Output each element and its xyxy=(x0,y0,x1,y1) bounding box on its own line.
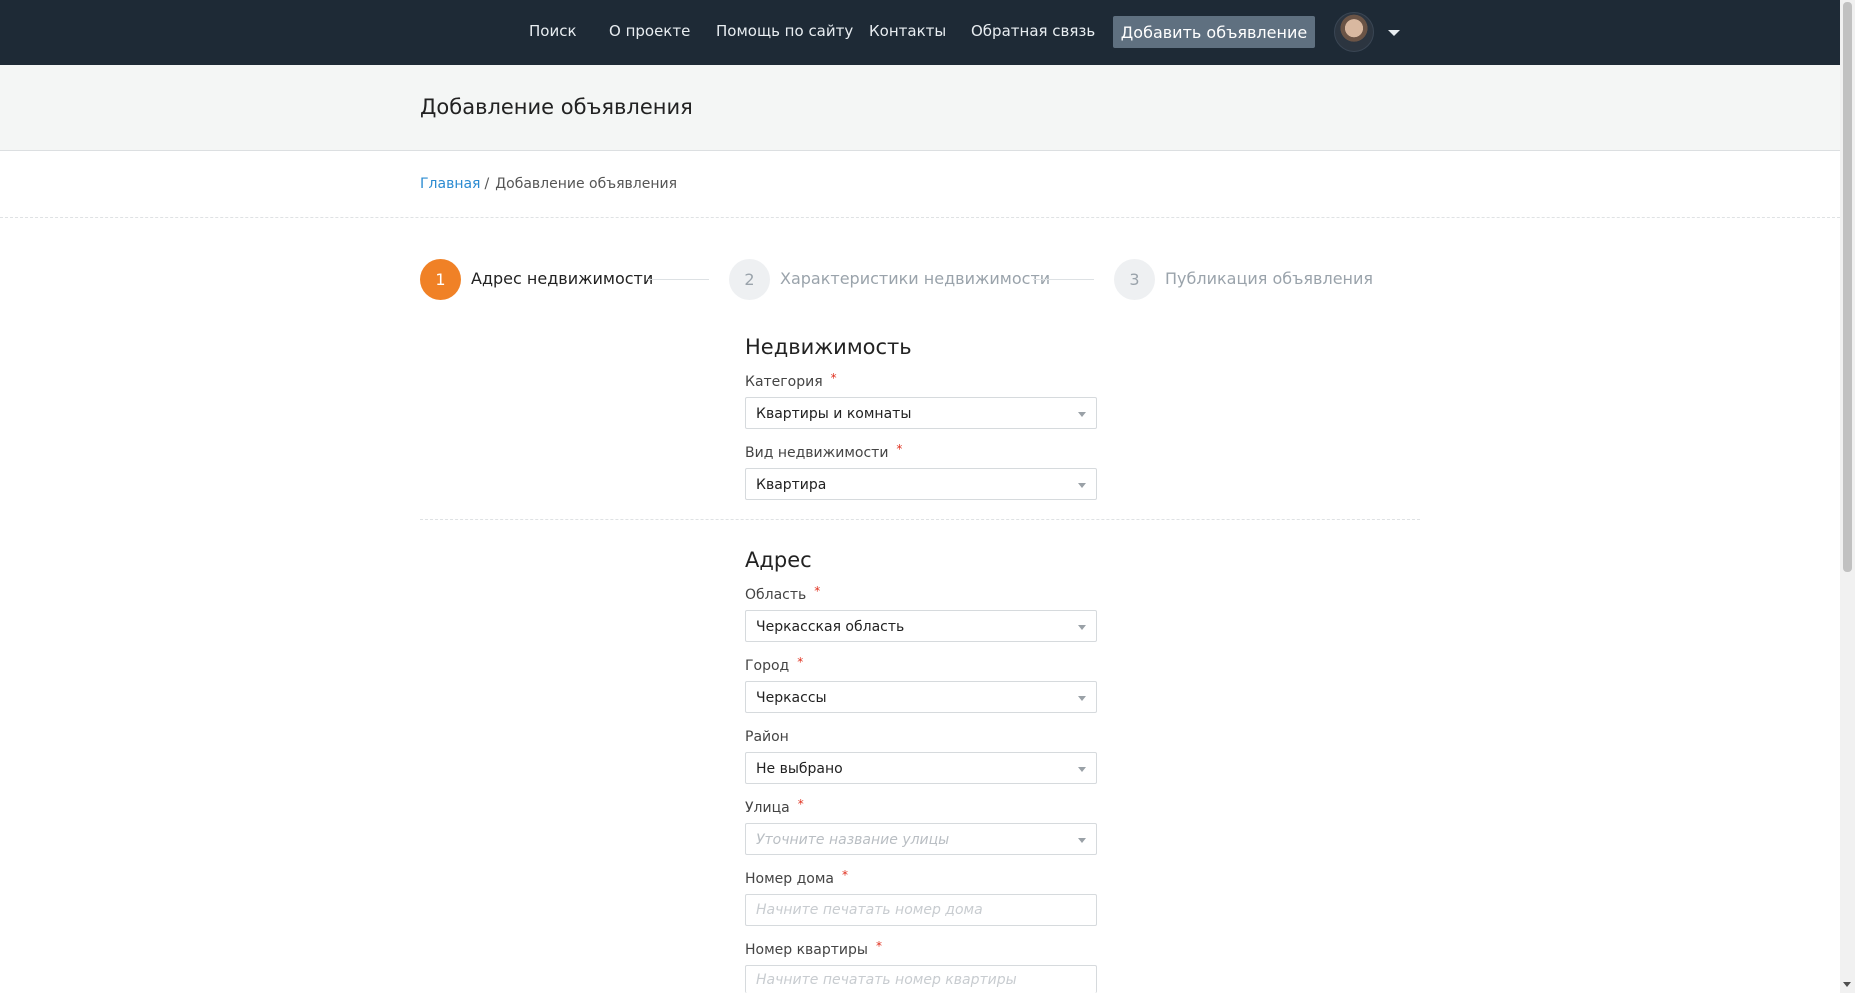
title-band: Добавление объявления xyxy=(0,65,1840,151)
apartment-number-label-text: Номер квартиры xyxy=(745,942,868,958)
street-label-text: Улица xyxy=(745,800,790,816)
step-3-number: 3 xyxy=(1114,259,1155,300)
required-marker: * xyxy=(842,868,848,882)
category-select[interactable]: Квартиры и комнаты xyxy=(745,397,1097,429)
dropdown-arrow-icon xyxy=(1078,483,1086,488)
divider xyxy=(0,217,1840,218)
property-type-label: Вид недвижимости * xyxy=(745,442,903,461)
region-select[interactable]: Черкасская область xyxy=(745,610,1097,642)
nav-link-about[interactable]: О проекте xyxy=(609,22,690,40)
top-navbar: Поиск О проекте Помощь по сайту Контакты… xyxy=(0,0,1840,65)
scroll-down-arrow-icon[interactable] xyxy=(1843,982,1851,987)
page-title: Добавление объявления xyxy=(420,95,693,119)
step-2-number: 2 xyxy=(729,259,770,300)
step-3-label: Публикация объявления xyxy=(1165,269,1374,288)
street-select[interactable]: Уточните название улицы xyxy=(745,823,1097,855)
district-select[interactable]: Не выбрано xyxy=(745,752,1097,784)
region-label-text: Область xyxy=(745,587,807,603)
required-marker: * xyxy=(814,584,821,598)
street-label: Улица * xyxy=(745,797,804,816)
dropdown-arrow-icon xyxy=(1078,767,1086,772)
step-2-label: Характеристики недвижимости xyxy=(780,269,1051,288)
breadcrumb: Главная / Добавление объявления xyxy=(420,176,677,192)
section-divider xyxy=(420,519,1420,520)
breadcrumb-separator: / xyxy=(484,176,490,192)
caret-down-icon[interactable] xyxy=(1388,30,1400,36)
city-label-text: Город xyxy=(745,658,790,674)
vertical-scrollbar[interactable] xyxy=(1840,0,1855,993)
house-number-label-text: Номер дома xyxy=(745,871,834,887)
city-select[interactable]: Черкассы xyxy=(745,681,1097,713)
house-number-label: Номер дома * xyxy=(745,868,848,887)
street-select-placeholder: Уточните название улицы xyxy=(756,832,950,848)
region-select-value: Черкасская область xyxy=(756,619,905,635)
user-avatar-icon[interactable] xyxy=(1334,12,1374,52)
required-marker: * xyxy=(896,442,903,456)
add-listing-button[interactable]: Добавить объявление xyxy=(1113,16,1315,48)
required-marker: * xyxy=(797,797,804,811)
step-1-label: Адрес недвижимости xyxy=(471,269,654,288)
house-number-input[interactable] xyxy=(745,894,1097,926)
section-title-property: Недвижимость xyxy=(745,335,912,359)
category-label-text: Категория xyxy=(745,374,823,390)
district-label: Район xyxy=(745,729,789,745)
city-label: Город * xyxy=(745,655,804,674)
step-connector xyxy=(1033,279,1094,280)
scrollbar-thumb[interactable] xyxy=(1843,2,1852,572)
property-type-select-value: Квартира xyxy=(756,477,827,493)
property-type-select[interactable]: Квартира xyxy=(745,468,1097,500)
nav-link-help[interactable]: Помощь по сайту xyxy=(716,22,853,40)
page: Поиск О проекте Помощь по сайту Контакты… xyxy=(0,0,1855,993)
dropdown-arrow-icon xyxy=(1078,625,1086,630)
apartment-number-input[interactable] xyxy=(745,965,1097,993)
property-type-label-text: Вид недвижимости xyxy=(745,445,889,461)
breadcrumb-current: Добавление объявления xyxy=(495,176,678,192)
city-select-value: Черкассы xyxy=(756,690,827,706)
nav-link-search[interactable]: Поиск xyxy=(529,22,577,40)
region-label: Область * xyxy=(745,584,821,603)
required-marker: * xyxy=(875,939,882,953)
dropdown-arrow-icon xyxy=(1078,696,1086,701)
required-marker: * xyxy=(830,371,837,385)
district-select-value: Не выбрано xyxy=(756,761,843,777)
nav-link-contacts[interactable]: Контакты xyxy=(869,22,946,40)
step-connector xyxy=(648,279,709,280)
required-marker: * xyxy=(797,655,804,669)
section-title-address: Адрес xyxy=(745,548,812,572)
step-1-number: 1 xyxy=(420,259,461,300)
category-label: Категория * xyxy=(745,371,837,390)
apartment-number-label: Номер квартиры * xyxy=(745,939,882,958)
category-select-value: Квартиры и комнаты xyxy=(756,406,912,422)
dropdown-arrow-icon xyxy=(1078,412,1086,417)
district-label-text: Район xyxy=(745,729,789,745)
breadcrumb-home-link[interactable]: Главная xyxy=(420,176,480,192)
dropdown-arrow-icon xyxy=(1078,838,1086,843)
nav-link-feedback[interactable]: Обратная связь xyxy=(971,22,1095,40)
